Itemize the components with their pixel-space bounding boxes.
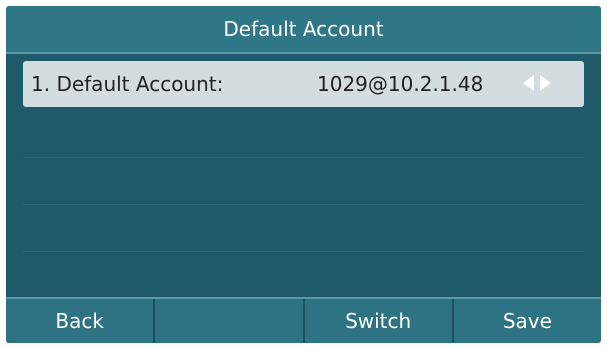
list-divider — [23, 157, 584, 158]
switch-softkey[interactable]: Switch — [305, 299, 454, 343]
phone-screen: Default Account 1. Default Account: 1029… — [6, 6, 601, 343]
default-account-value: 1029@10.2.1.48 — [317, 72, 484, 96]
list-divider — [23, 204, 584, 205]
right-arrow-icon[interactable] — [540, 75, 551, 91]
list-divider — [23, 251, 584, 252]
empty-softkey[interactable] — [155, 299, 305, 343]
default-account-row[interactable]: 1. Default Account: 1029@10.2.1.48 — [23, 61, 584, 107]
left-arrow-icon[interactable] — [523, 75, 534, 91]
settings-list: 1. Default Account: 1029@10.2.1.48 — [6, 54, 601, 297]
value-switch-arrows[interactable] — [523, 75, 551, 91]
title-bar: Default Account — [6, 6, 601, 54]
save-softkey[interactable]: Save — [454, 299, 601, 343]
softkey-bar: Back Switch Save — [6, 297, 601, 343]
back-softkey[interactable]: Back — [6, 299, 156, 343]
default-account-label: 1. Default Account: — [31, 72, 224, 96]
page-title: Default Account — [223, 17, 384, 41]
